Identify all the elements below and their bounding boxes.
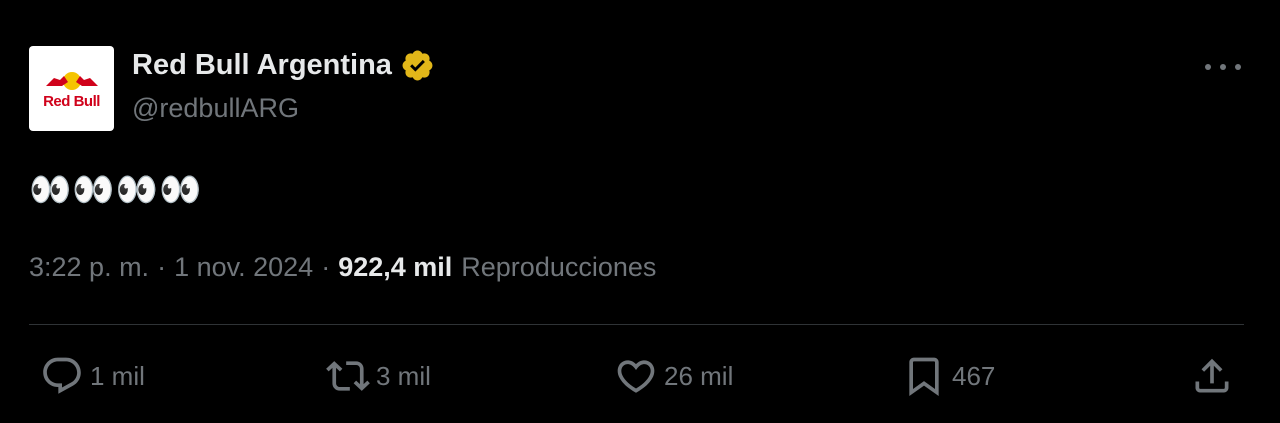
tweet-date[interactable]: 1 nov. 2024: [174, 252, 313, 283]
bookmark-count: 467: [952, 360, 996, 391]
more-dot: [1205, 64, 1211, 70]
like-button[interactable]: 26 mil: [614, 354, 733, 398]
views-label[interactable]: Reproducciones: [461, 252, 656, 283]
meta-separator: ·: [321, 252, 331, 282]
display-name[interactable]: Red Bull Argentina: [132, 49, 392, 82]
tweet: Red Bull Red Bull Argentina @redbullARG …: [0, 0, 1280, 423]
tweet-time[interactable]: 3:22 p. m.: [29, 252, 149, 283]
retweet-button[interactable]: 3 mil: [326, 354, 431, 398]
retweet-count: 3 mil: [376, 360, 431, 391]
author-name-row[interactable]: Red Bull Argentina: [132, 48, 435, 83]
like-count: 26 mil: [664, 360, 734, 391]
tweet-text: 👀👀👀👀: [29, 171, 203, 209]
share-icon: [1195, 358, 1229, 393]
share-button[interactable]: [1190, 354, 1234, 398]
divider: [29, 324, 1244, 325]
avatar-text: Red Bull: [43, 92, 100, 110]
bookmark-icon: [909, 357, 939, 397]
reply-count: 1 mil: [90, 360, 145, 391]
bookmark-button[interactable]: 467: [902, 354, 995, 398]
more-dot: [1220, 64, 1226, 70]
verified-badge-icon[interactable]: [400, 48, 435, 83]
red-bull-logo-icon: [45, 71, 98, 90]
more-icon[interactable]: [1205, 60, 1241, 74]
author-handle[interactable]: @redbullARG: [132, 93, 299, 124]
more-dot: [1235, 64, 1241, 70]
meta-separator: ·: [157, 252, 167, 282]
reply-button[interactable]: 1 mil: [40, 354, 145, 398]
views-count[interactable]: 922,4 mil: [338, 252, 452, 283]
tweet-meta: 3:22 p. m. · 1 nov. 2024 · 922,4 mil Rep…: [29, 252, 656, 283]
avatar[interactable]: Red Bull: [29, 46, 114, 131]
retweet-icon: [326, 361, 370, 391]
heart-icon: [617, 360, 655, 393]
reply-icon: [43, 357, 81, 394]
